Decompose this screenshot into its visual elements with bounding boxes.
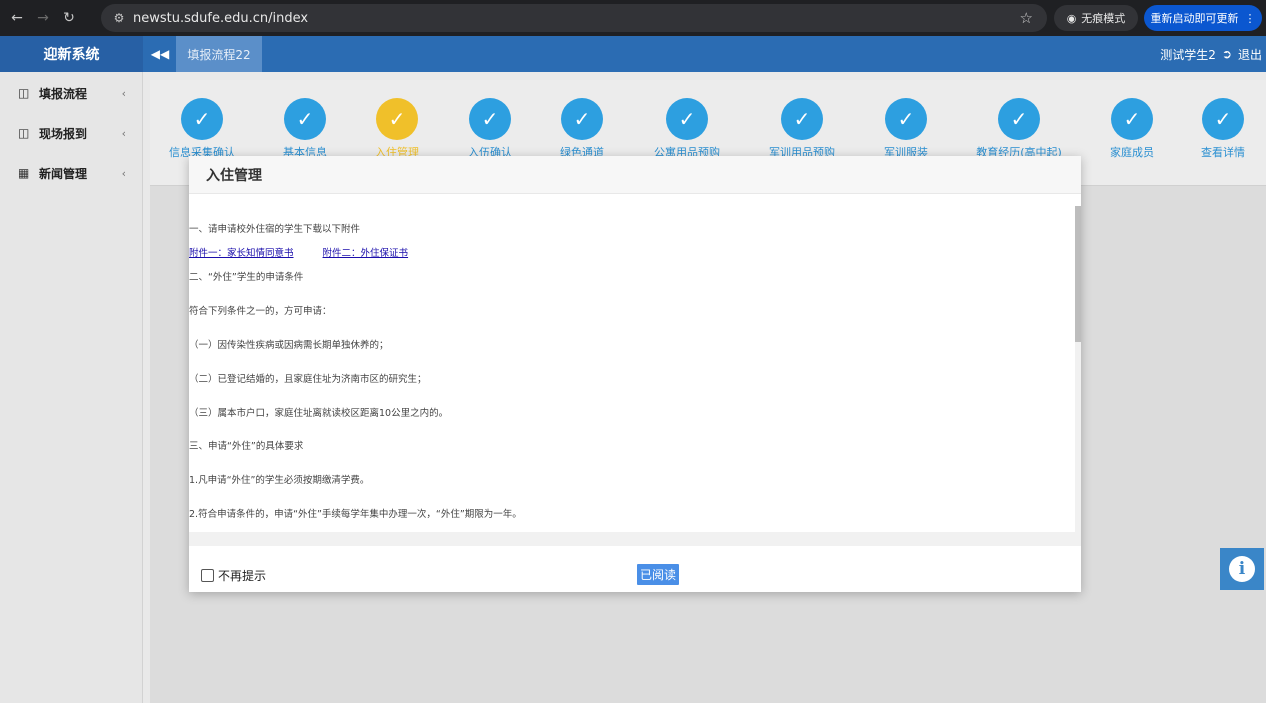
modal-content: 一、请申请校外住宿的学生下载以下附件 附件一：家长知情同意书 附件二：外住保证书… <box>189 206 1075 546</box>
modal-body: 一、请申请校外住宿的学生下载以下附件 附件一：家长知情同意书 附件二：外住保证书… <box>189 206 1081 546</box>
step-military-supplies[interactable]: ✓ 军训用品预购 <box>747 98 857 160</box>
checkbox-box[interactable] <box>201 569 214 582</box>
step-info-confirm[interactable]: ✓ 信息采集确认 <box>147 98 257 160</box>
grid-icon: ▦ <box>18 166 30 180</box>
check-icon: ✓ <box>469 98 511 140</box>
sidebar-item-label: 填报流程 <box>39 86 88 101</box>
check-icon: ✓ <box>781 98 823 140</box>
incognito-badge[interactable]: ◉ 无痕模式 <box>1054 5 1138 31</box>
more-menu-icon: ⋮ <box>1244 11 1256 25</box>
check-icon: ✓ <box>376 98 418 140</box>
sidebar-item-fill-process[interactable]: ◫ 填报流程 ‹ <box>0 73 142 113</box>
attachment-link-guarantee[interactable]: 附件二：外住保证书 <box>323 248 409 259</box>
sidebar-item-onsite-checkin[interactable]: ◫ 现场报到 ‹ <box>0 113 142 153</box>
sidebar-item-news[interactable]: ▦ 新闻管理 ‹ <box>0 153 142 193</box>
info-button[interactable]: i <box>1220 548 1264 590</box>
sidebar: ◫ 填报流程 ‹ ◫ 现场报到 ‹ ▦ 新闻管理 ‹ <box>0 72 143 703</box>
sidebar-item-label: 新闻管理 <box>39 166 88 181</box>
brand-title: 迎新系统 <box>0 36 143 72</box>
check-icon: ✓ <box>1111 98 1153 140</box>
reload-icon[interactable]: ↻ <box>58 7 80 29</box>
scrollbar-thumb[interactable] <box>1075 206 1081 342</box>
check-icon: ✓ <box>561 98 603 140</box>
bookmark-star-icon[interactable]: ☆ <box>1020 9 1033 27</box>
content-line: （一）因传染性疾病或因病需长期单独休养的； <box>189 340 389 351</box>
content-line: （二）已登记结婚的，且家庭住址为济南市区的研究生； <box>189 374 427 385</box>
incognito-label: 无痕模式 <box>1081 12 1126 25</box>
check-icon: ✓ <box>284 98 326 140</box>
content-line: 二、“外住”学生的申请条件 <box>189 272 304 283</box>
step-label: 查看详情 <box>1201 146 1245 159</box>
info-icon: i <box>1229 556 1255 582</box>
modal-title: 入住管理 <box>189 156 1081 194</box>
sidebar-collapse-icon[interactable]: ◀◀ <box>148 36 172 72</box>
logout-icon[interactable]: ➲ <box>1222 47 1232 61</box>
check-icon: ✓ <box>666 98 708 140</box>
incognito-icon: ◉ <box>1066 11 1077 25</box>
content-line: 1.凡申请“外住”的学生必须按期缴清学费。 <box>189 475 370 486</box>
step-dorm-supplies[interactable]: ✓ 公寓用品预购 <box>632 98 742 160</box>
check-icon: ✓ <box>885 98 927 140</box>
check-icon: ✓ <box>998 98 1040 140</box>
site-settings-icon[interactable]: ⚙ <box>109 11 129 25</box>
content-line: 2.符合申请条件的，申请“外住”手续每学年集中办理一次，“外住”期限为一年。 <box>189 509 522 520</box>
chevron-left-icon: ‹ <box>121 166 126 180</box>
forward-icon[interactable]: → <box>32 7 54 29</box>
attachment-links: 附件一：家长知情同意书 附件二：外住保证书 <box>189 245 408 259</box>
step-green-channel[interactable]: ✓ 绿色通道 <box>527 98 637 160</box>
update-button[interactable]: 重新启动即可更新 ⋮ <box>1144 5 1262 31</box>
step-details[interactable]: ✓ 查看详情 <box>1168 98 1266 160</box>
content-line: 一、请申请校外住宿的学生下载以下附件 <box>189 224 361 235</box>
panel-icon: ◫ <box>18 86 30 100</box>
update-label: 重新启动即可更新 <box>1150 12 1239 25</box>
horizontal-scrollbar[interactable] <box>189 532 1075 546</box>
step-label: 家庭成员 <box>1110 146 1154 159</box>
attachment-link-parent-consent[interactable]: 附件一：家长知情同意书 <box>189 248 294 259</box>
panel-icon: ◫ <box>18 126 30 140</box>
check-icon: ✓ <box>1202 98 1244 140</box>
check-icon: ✓ <box>181 98 223 140</box>
chevron-left-icon: ‹ <box>121 126 126 140</box>
read-confirm-button[interactable]: 已阅读 <box>637 564 679 585</box>
chevron-left-icon: ‹ <box>121 86 126 100</box>
step-education[interactable]: ✓ 教育经历(高中起) <box>964 98 1074 160</box>
tab-fill-process[interactable]: 填报流程22 <box>176 36 262 72</box>
logout-link[interactable]: 退出 <box>1238 46 1262 63</box>
back-icon[interactable]: ← <box>6 7 28 29</box>
browser-toolbar: ← → ↻ ⚙ newstu.sdufe.edu.cn/index ☆ ◉ 无痕… <box>0 0 1266 36</box>
content-line: （三）属本市户口，家庭住址离就读校区距离10公里之内的。 <box>189 408 449 419</box>
checkbox-label[interactable]: 不再提示 <box>218 567 266 584</box>
content-line: 三、申请“外住”的具体要求 <box>189 441 304 452</box>
user-name[interactable]: 测试学生2 <box>1160 46 1216 63</box>
app-header: 迎新系统 ◀◀ 填报流程22 测试学生2 ➲ 退出 <box>0 36 1266 72</box>
modal-footer: 不再提示 已阅读 <box>189 562 1081 592</box>
dont-remind-checkbox[interactable]: 不再提示 <box>201 567 266 584</box>
sidebar-item-label: 现场报到 <box>39 126 88 141</box>
address-bar[interactable]: ⚙ newstu.sdufe.edu.cn/index ☆ <box>101 4 1047 32</box>
url-text[interactable]: newstu.sdufe.edu.cn/index <box>133 11 308 26</box>
housing-modal: 入住管理 一、请申请校外住宿的学生下载以下附件 附件一：家长知情同意书 附件二：… <box>189 156 1081 592</box>
user-area: 测试学生2 ➲ 退出 <box>1160 36 1262 72</box>
step-military-uniform[interactable]: ✓ 军训服装 <box>851 98 961 160</box>
content-line: 符合下列条件之一的，方可申请： <box>189 306 332 317</box>
